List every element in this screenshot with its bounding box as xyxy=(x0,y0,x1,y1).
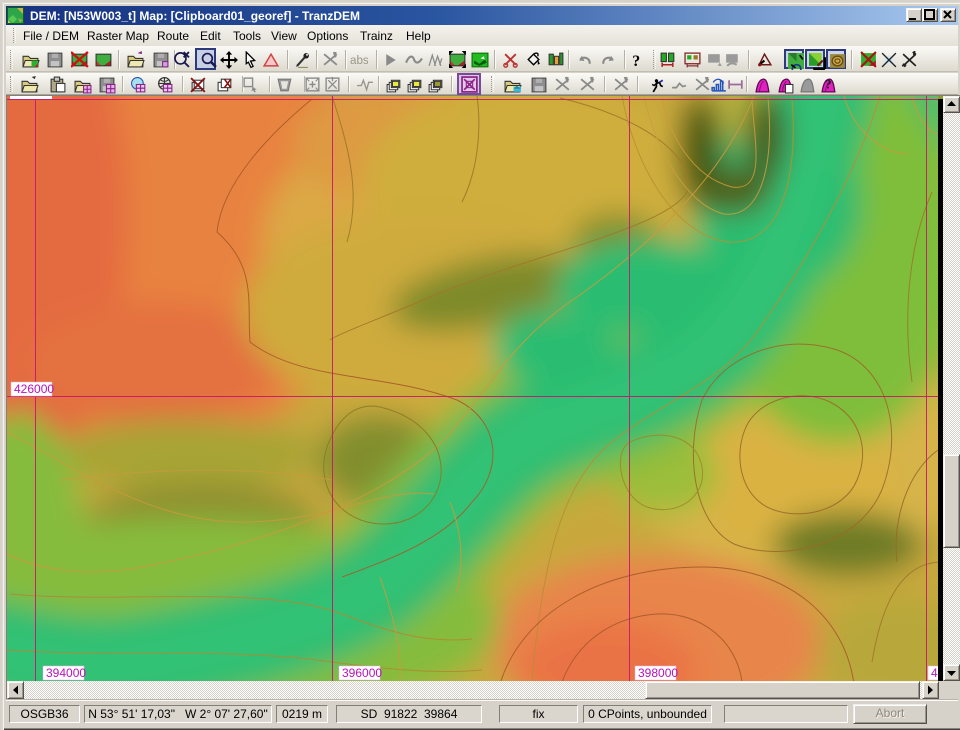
svg-text:398000: 398000 xyxy=(638,666,678,680)
svg-text:4: 4 xyxy=(931,666,938,680)
svg-text:?: ? xyxy=(825,78,831,92)
svg-text:396000: 396000 xyxy=(342,666,382,680)
svg-text:394000: 394000 xyxy=(46,666,86,680)
svg-text:?: ? xyxy=(632,53,640,69)
svg-text:426000: 426000 xyxy=(14,382,54,396)
svg-text:abs: abs xyxy=(350,54,368,67)
